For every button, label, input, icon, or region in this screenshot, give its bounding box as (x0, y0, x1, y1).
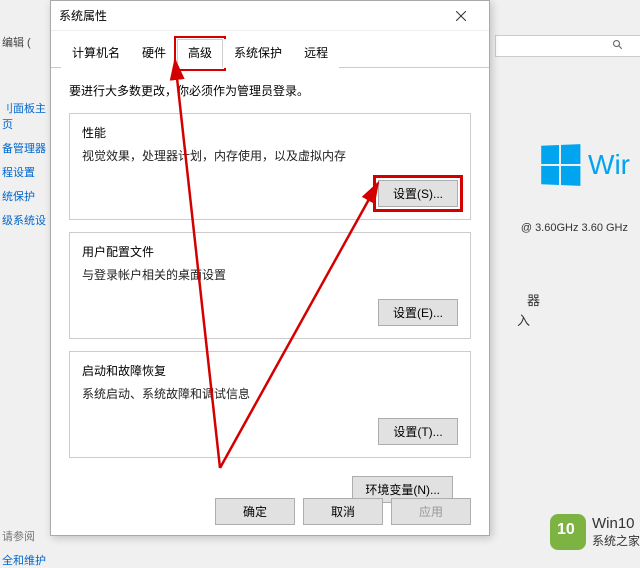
bg-edit: 编辑 ( (2, 34, 48, 50)
side-label: 器 (527, 290, 540, 309)
windows-icon (541, 144, 580, 186)
user-profile-desc: 与登录帐户相关的桌面设置 (82, 266, 458, 283)
tab-computer-name[interactable]: 计算机名 (61, 39, 131, 68)
performance-group: 性能 视觉效果，处理器计划，内存使用，以及虚拟内存 设置(S)... (69, 113, 471, 220)
apply-button[interactable]: 应用 (391, 498, 471, 525)
windows-logo: Wir (540, 145, 630, 185)
dialog-title: 系统属性 (59, 7, 441, 24)
ok-button[interactable]: 确定 (215, 498, 295, 525)
bg-item[interactable]: 统保护 (2, 188, 48, 204)
tab-system-protection[interactable]: 系统保护 (223, 39, 293, 68)
close-button[interactable] (441, 2, 481, 30)
user-profile-title: 用户配置文件 (82, 243, 458, 260)
performance-title: 性能 (82, 124, 458, 141)
startup-settings-button[interactable]: 设置(T)... (378, 418, 458, 445)
background-right: Wir @ 3.60GHz 3.60 GHz 器 入 Win10 系统之家 (495, 0, 640, 560)
performance-settings-button[interactable]: 设置(S)... (378, 180, 458, 207)
tab-hardware[interactable]: 硬件 (131, 39, 177, 68)
search-box[interactable] (495, 35, 640, 57)
titlebar: 系统属性 (51, 1, 489, 31)
bg-item[interactable]: 全和维护 (2, 552, 48, 568)
bg-item[interactable]: 程设置 (2, 164, 48, 180)
search-icon (612, 39, 624, 51)
startup-group: 启动和故障恢复 系统启动、系统故障和调试信息 设置(T)... (69, 351, 471, 458)
bg-item[interactable]: 级系统设 (2, 212, 48, 228)
startup-desc: 系统启动、系统故障和调试信息 (82, 385, 458, 402)
dialog-body: 要进行大多数更改，你必须作为管理员登录。 性能 视觉效果，处理器计划，内存使用，… (51, 68, 489, 517)
tabs: 计算机名 硬件 高级 系统保护 远程 (51, 31, 489, 68)
user-profile-group: 用户配置文件 与登录帐户相关的桌面设置 设置(E)... (69, 232, 471, 339)
performance-desc: 视觉效果，处理器计划，内存使用，以及虚拟内存 (82, 147, 458, 164)
tab-remote[interactable]: 远程 (293, 39, 339, 68)
watermark-site: 系统之家 (592, 534, 640, 550)
cpu-info: @ 3.60GHz 3.60 GHz (521, 222, 628, 234)
watermark-brand: Win10 (592, 514, 640, 534)
bg-item[interactable]: 备管理器 (2, 140, 48, 156)
tab-advanced[interactable]: 高级 (177, 39, 223, 68)
cancel-button[interactable]: 取消 (303, 498, 383, 525)
watermark-logo (550, 514, 586, 550)
admin-intro: 要进行大多数更改，你必须作为管理员登录。 (69, 82, 471, 99)
system-properties-dialog: 系统属性 计算机名 硬件 高级 系统保护 远程 要进行大多数更改，你必须作为管理… (50, 0, 490, 536)
dialog-footer: 确定 取消 应用 (215, 498, 471, 525)
bg-item[interactable]: 刂面板主页 (2, 100, 48, 132)
windows-text: Wir (588, 149, 630, 181)
user-profile-settings-button[interactable]: 设置(E)... (378, 299, 458, 326)
side-label: 入 (517, 310, 530, 329)
close-icon (456, 11, 466, 21)
watermark: Win10 系统之家 (550, 514, 640, 550)
startup-title: 启动和故障恢复 (82, 362, 458, 379)
background-sidebar: 编辑 ( 刂面板主页 备管理器 程设置 统保护 级系统设 请参阅 全和维护 (0, 0, 50, 560)
bg-see-also: 请参阅 (2, 528, 48, 544)
